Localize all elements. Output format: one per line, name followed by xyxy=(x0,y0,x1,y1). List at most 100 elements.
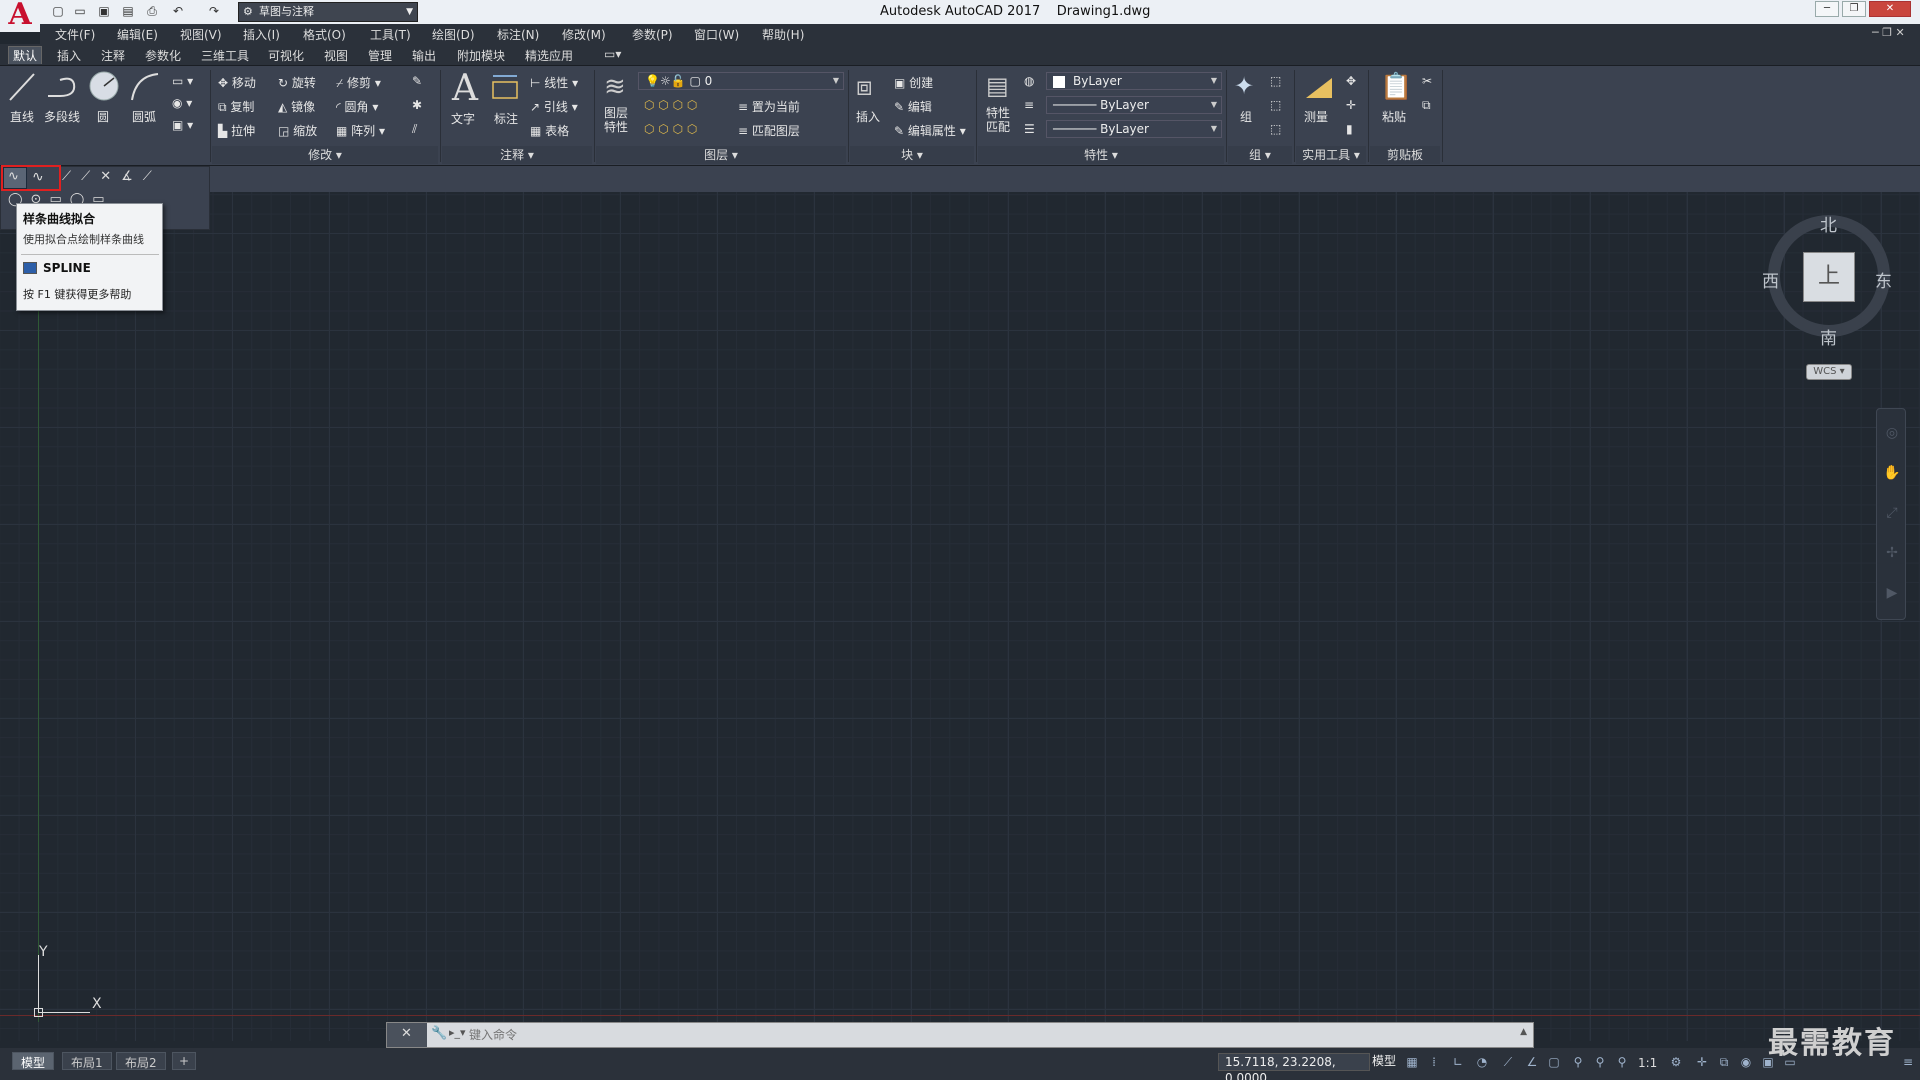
group-button[interactable]: 组 xyxy=(1240,108,1252,125)
save-icon[interactable]: ▣ xyxy=(96,3,112,19)
groups-panel-label[interactable]: 组 ▾ xyxy=(1228,146,1292,164)
tab-view[interactable]: 视图 xyxy=(320,47,352,64)
open-file-icon[interactable]: ▭ xyxy=(72,3,88,19)
isolate-objects-icon[interactable]: ◉ xyxy=(1738,1054,1754,1070)
osnap-tracking-icon[interactable]: ∠ xyxy=(1524,1054,1540,1070)
steering-wheel-icon[interactable]: ◎ xyxy=(1883,425,1901,443)
utility-tool-2-icon[interactable]: ✛ xyxy=(1346,98,1356,112)
tab-layout2[interactable]: 布局2 xyxy=(116,1052,166,1070)
hatch-icon[interactable]: ◉ ▾ xyxy=(172,96,192,110)
compass-south[interactable]: 南 xyxy=(1820,324,1837,349)
tab-insert[interactable]: 插入 xyxy=(53,47,85,64)
orbit-icon[interactable]: ✢ xyxy=(1883,545,1901,563)
ribbon-display-toggle[interactable]: ▭▾ xyxy=(600,47,625,61)
annotation-scale-value[interactable]: 1:1 xyxy=(1638,1056,1657,1070)
utility-tool-1-icon[interactable]: ✥ xyxy=(1346,74,1356,88)
menu-format[interactable]: 格式(O) xyxy=(303,26,346,43)
rectangle-icon[interactable]: ▭ ▾ xyxy=(172,74,193,88)
lineweight-select[interactable]: ────── ByLayer ▼ xyxy=(1046,120,1222,138)
polyline-button[interactable]: 多段线 xyxy=(44,108,80,125)
layers-panel-label[interactable]: 图层 ▾ xyxy=(596,146,846,164)
menu-view[interactable]: 视图(V) xyxy=(180,26,222,43)
close-icon[interactable]: ✕ xyxy=(401,1026,412,1041)
copy-clip-icon[interactable]: ⧉ xyxy=(1422,98,1431,113)
menu-file[interactable]: 文件(F) xyxy=(55,26,95,43)
zoom-extents-icon[interactable]: ⤢ xyxy=(1883,505,1901,523)
pan-icon[interactable]: ✋ xyxy=(1883,465,1901,483)
ortho-icon[interactable]: ∟ xyxy=(1450,1054,1466,1070)
set-current-button[interactable]: ≡ 置为当前 xyxy=(738,98,800,115)
menu-dimension[interactable]: 标注(N) xyxy=(497,26,539,43)
trim-button[interactable]: ⌿ 修剪 ▾ xyxy=(336,74,381,91)
workspace-select[interactable]: ⚙ 草图与注释 ▼ xyxy=(238,2,418,22)
command-line-grip[interactable]: ✕ xyxy=(387,1023,427,1047)
coordinates-display[interactable]: 15.7118, 23.2208, 0.0000 xyxy=(1218,1053,1370,1080)
wcs-menu-button[interactable]: WCS ▾ xyxy=(1806,364,1852,380)
doc-window-controls[interactable]: ─ ❐ ✕ xyxy=(1872,26,1905,39)
erase-icon[interactable]: ✎ xyxy=(412,74,422,88)
circle-button[interactable]: 圆 xyxy=(97,108,109,125)
polar-icon[interactable]: ◔ xyxy=(1474,1054,1490,1070)
osnap-icon[interactable]: ▢ xyxy=(1546,1054,1562,1070)
command-input[interactable] xyxy=(465,1023,1505,1047)
menu-edit[interactable]: 编辑(E) xyxy=(117,26,158,43)
grid-icon[interactable]: ▦ xyxy=(1404,1054,1420,1070)
tab-featured-apps[interactable]: 精选应用 xyxy=(521,47,577,64)
tab-model[interactable]: 模型 xyxy=(12,1052,55,1070)
group-tool-2-icon[interactable]: ⬚ xyxy=(1270,98,1281,112)
text-button[interactable]: 文字 xyxy=(451,110,475,127)
compass-west[interactable]: 西 xyxy=(1762,267,1779,292)
tab-layout1[interactable]: 布局1 xyxy=(62,1052,112,1070)
tab-visualize[interactable]: 可视化 xyxy=(264,47,308,64)
copy-button[interactable]: ⧉ 复制 xyxy=(218,98,254,115)
menu-insert[interactable]: 插入(I) xyxy=(243,26,280,43)
layer-tools-row2-icon[interactable]: ⬡ ⬡ ⬡ ⬡ xyxy=(644,122,697,136)
explode-icon[interactable]: ✱ xyxy=(412,98,422,112)
menu-parametric[interactable]: 参数(P) xyxy=(632,26,673,43)
rotate-button[interactable]: ↻ 旋转 xyxy=(278,74,316,91)
layer-select[interactable]: 💡☼🔓 ▢ 0 ▼ xyxy=(638,72,844,90)
layer-properties-button[interactable]: 图层 特性 xyxy=(604,106,628,134)
tab-parametric[interactable]: 参数化 xyxy=(141,47,185,64)
scale-button[interactable]: ◲ 缩放 xyxy=(278,122,317,139)
edit-block-button[interactable]: ✎ 编辑 xyxy=(894,98,932,115)
drawing-canvas[interactable] xyxy=(0,166,1920,1041)
tab-default[interactable]: 默认 xyxy=(8,46,43,64)
wrench-icon[interactable]: 🔧 xyxy=(431,1026,447,1041)
block-panel-label[interactable]: 块 ▾ xyxy=(850,146,974,164)
menu-draw[interactable]: 绘图(D) xyxy=(432,26,475,43)
table-button[interactable]: ▦ 表格 xyxy=(530,122,569,139)
workspace-gear-icon[interactable]: ⚙ xyxy=(1668,1054,1684,1070)
create-block-button[interactable]: ▣ 创建 xyxy=(894,74,933,91)
save-as-icon[interactable]: ▤ xyxy=(120,3,136,19)
tab-addins[interactable]: 附加模块 xyxy=(453,47,509,64)
autocad-logo-button[interactable]: A xyxy=(0,0,40,32)
color-select[interactable]: ByLayer ▼ xyxy=(1046,72,1222,90)
stretch-button[interactable]: ▙ 拉伸 xyxy=(218,122,255,139)
group-tool-3-icon[interactable]: ⬚ xyxy=(1270,122,1281,136)
viewcube-top-face[interactable]: 上 xyxy=(1803,252,1855,302)
tab-manage[interactable]: 管理 xyxy=(364,47,396,64)
fillet-button[interactable]: ◜ 圆角 ▾ xyxy=(336,98,378,115)
tab-annotate[interactable]: 注释 xyxy=(97,47,129,64)
compass-north[interactable]: 北 xyxy=(1820,211,1837,236)
showmotion-icon[interactable]: ▶ xyxy=(1883,585,1901,603)
close-button[interactable]: ✕ xyxy=(1869,1,1911,17)
arc-button[interactable]: 圆弧 xyxy=(132,108,156,125)
properties-panel-label[interactable]: 特性 ▾ xyxy=(978,146,1224,164)
new-file-icon[interactable]: ▢ xyxy=(50,3,66,19)
menu-window[interactable]: 窗口(W) xyxy=(694,26,739,43)
undo-icon[interactable]: ↶ xyxy=(170,3,186,19)
layer-tools-row1-icon[interactable]: ⬡ ⬡ ⬡ ⬡ xyxy=(644,98,697,112)
annotation-scale-icon[interactable]: ⚲ xyxy=(1614,1054,1630,1070)
line-button[interactable]: 直线 xyxy=(10,108,34,125)
flyout-tools-row1[interactable]: ⟋⟋✕∡⟋ xyxy=(62,169,162,184)
annotation-monitor-icon[interactable]: ✛ xyxy=(1694,1054,1710,1070)
annotation-visibility-icon[interactable]: ⚲ xyxy=(1570,1054,1586,1070)
group-tool-1-icon[interactable]: ⬚ xyxy=(1270,74,1281,88)
command-prompt-icon[interactable]: ▸_▾ xyxy=(449,1026,466,1039)
command-history-toggle[interactable]: ▲ xyxy=(1520,1027,1527,1037)
snap-icon[interactable]: ⁞ xyxy=(1426,1054,1442,1070)
match-layer-button[interactable]: ≡ 匹配图层 xyxy=(738,122,800,139)
minimize-button[interactable]: ─ xyxy=(1815,1,1839,17)
